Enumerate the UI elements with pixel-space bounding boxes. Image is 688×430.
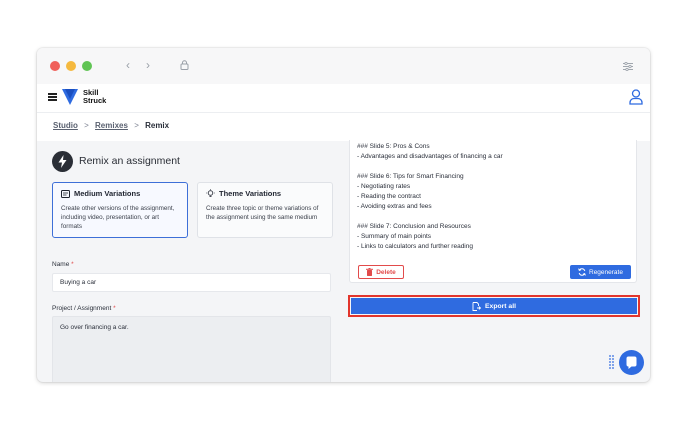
outline-line: - Summary of main points: [357, 233, 432, 240]
close-window-button[interactable]: [50, 61, 60, 71]
refresh-icon: [578, 268, 586, 276]
drag-grid-icon[interactable]: [609, 355, 614, 369]
name-label: Name *: [52, 261, 74, 268]
theme-variations-card[interactable]: Theme Variations Create three topic or t…: [197, 182, 333, 238]
medium-variations-card[interactable]: Medium Variations Create other versions …: [52, 182, 188, 238]
brand-name[interactable]: Skill Struck: [83, 89, 106, 105]
name-input[interactable]: Buying a car: [52, 273, 331, 292]
medium-variations-title: Medium Variations: [74, 189, 141, 198]
user-account-icon[interactable]: [629, 89, 643, 105]
export-all-button[interactable]: Export all: [351, 298, 637, 314]
minimize-window-button[interactable]: [66, 61, 76, 71]
browser-window: ‹ › Skill Struck Studio > Remixes > Remi…: [37, 48, 650, 382]
export-icon: [472, 301, 481, 311]
breadcrumb-remixes-link[interactable]: Remixes: [95, 121, 128, 130]
export-all-highlight: Export all: [348, 295, 640, 317]
outline-line: - Advantages and disadvantages of financ…: [357, 153, 503, 160]
back-arrow-icon[interactable]: ‹: [126, 58, 130, 72]
breadcrumb: Studio > Remixes > Remix: [53, 121, 169, 130]
delete-button[interactable]: Delete: [358, 265, 404, 279]
trash-icon: [366, 268, 374, 276]
outline-line: [357, 212, 503, 222]
app-header: Skill Struck: [37, 84, 650, 112]
chat-support-button[interactable]: [619, 350, 644, 375]
lock-icon: [180, 59, 189, 73]
theme-variations-title: Theme Variations: [219, 189, 282, 198]
card-title: Medium Variations: [61, 189, 179, 198]
outline-line: - Reading the contract: [357, 193, 421, 200]
project-assignment-textarea[interactable]: Go over financing a car.: [52, 316, 331, 382]
document-icon: [61, 189, 70, 198]
outline-line: - Links to calculators and further readi…: [357, 243, 473, 250]
theme-variations-description: Create three topic or theme variations o…: [206, 205, 319, 221]
regenerate-label: Regenerate: [589, 268, 623, 276]
title-bar: ‹ ›: [37, 48, 650, 84]
breadcrumb-separator: >: [134, 121, 139, 130]
breadcrumb-separator: >: [84, 121, 89, 130]
breadcrumb-current: Remix: [145, 121, 170, 130]
outline-line: [357, 162, 503, 172]
settings-sliders-icon[interactable]: [623, 60, 633, 74]
outline-text: ### Slide 5: Pros & Cons - Advantages and…: [357, 142, 503, 252]
outline-line: ### Slide 5: Pros & Cons: [357, 143, 430, 150]
regenerate-button[interactable]: Regenerate: [570, 265, 631, 279]
medium-variations-description: Create other versions of the assignment,…: [61, 205, 175, 230]
menu-icon[interactable]: [48, 93, 57, 101]
breadcrumb-studio-link[interactable]: Studio: [53, 121, 78, 130]
forward-arrow-icon[interactable]: ›: [146, 58, 150, 72]
brand-line-2: Struck: [83, 96, 107, 105]
outline-line: ### Slide 6: Tips for Smart Financing: [357, 173, 464, 180]
name-label-text: Name: [52, 261, 70, 268]
export-all-label: Export all: [485, 302, 516, 310]
lightning-bolt-icon: [52, 151, 73, 172]
remix-title: Remix an assignment: [79, 155, 180, 167]
remix-form-panel: Remix an assignment Medium Variations Cr…: [49, 145, 333, 382]
chat-icon: [626, 356, 637, 369]
delete-label: Delete: [376, 268, 396, 276]
required-mark: *: [71, 261, 74, 268]
generated-outline-card: ### Slide 5: Pros & Cons - Advantages and…: [349, 140, 637, 283]
lightbulb-icon: [206, 189, 215, 197]
card-title: Theme Variations: [206, 189, 324, 198]
outline-line: - Avoiding extras and fees: [357, 203, 432, 210]
maximize-window-button[interactable]: [82, 61, 92, 71]
outline-line: ### Slide 7: Conclusion and Resources: [357, 223, 471, 230]
breadcrumb-bar: Studio > Remixes > Remix: [37, 112, 650, 141]
project-label: Project / Assignment *: [52, 305, 116, 312]
skillstruck-logo-icon[interactable]: [62, 88, 78, 106]
outline-line: - Negotiating rates: [357, 183, 411, 190]
project-label-text: Project / Assignment: [52, 305, 112, 312]
required-mark: *: [113, 305, 116, 312]
